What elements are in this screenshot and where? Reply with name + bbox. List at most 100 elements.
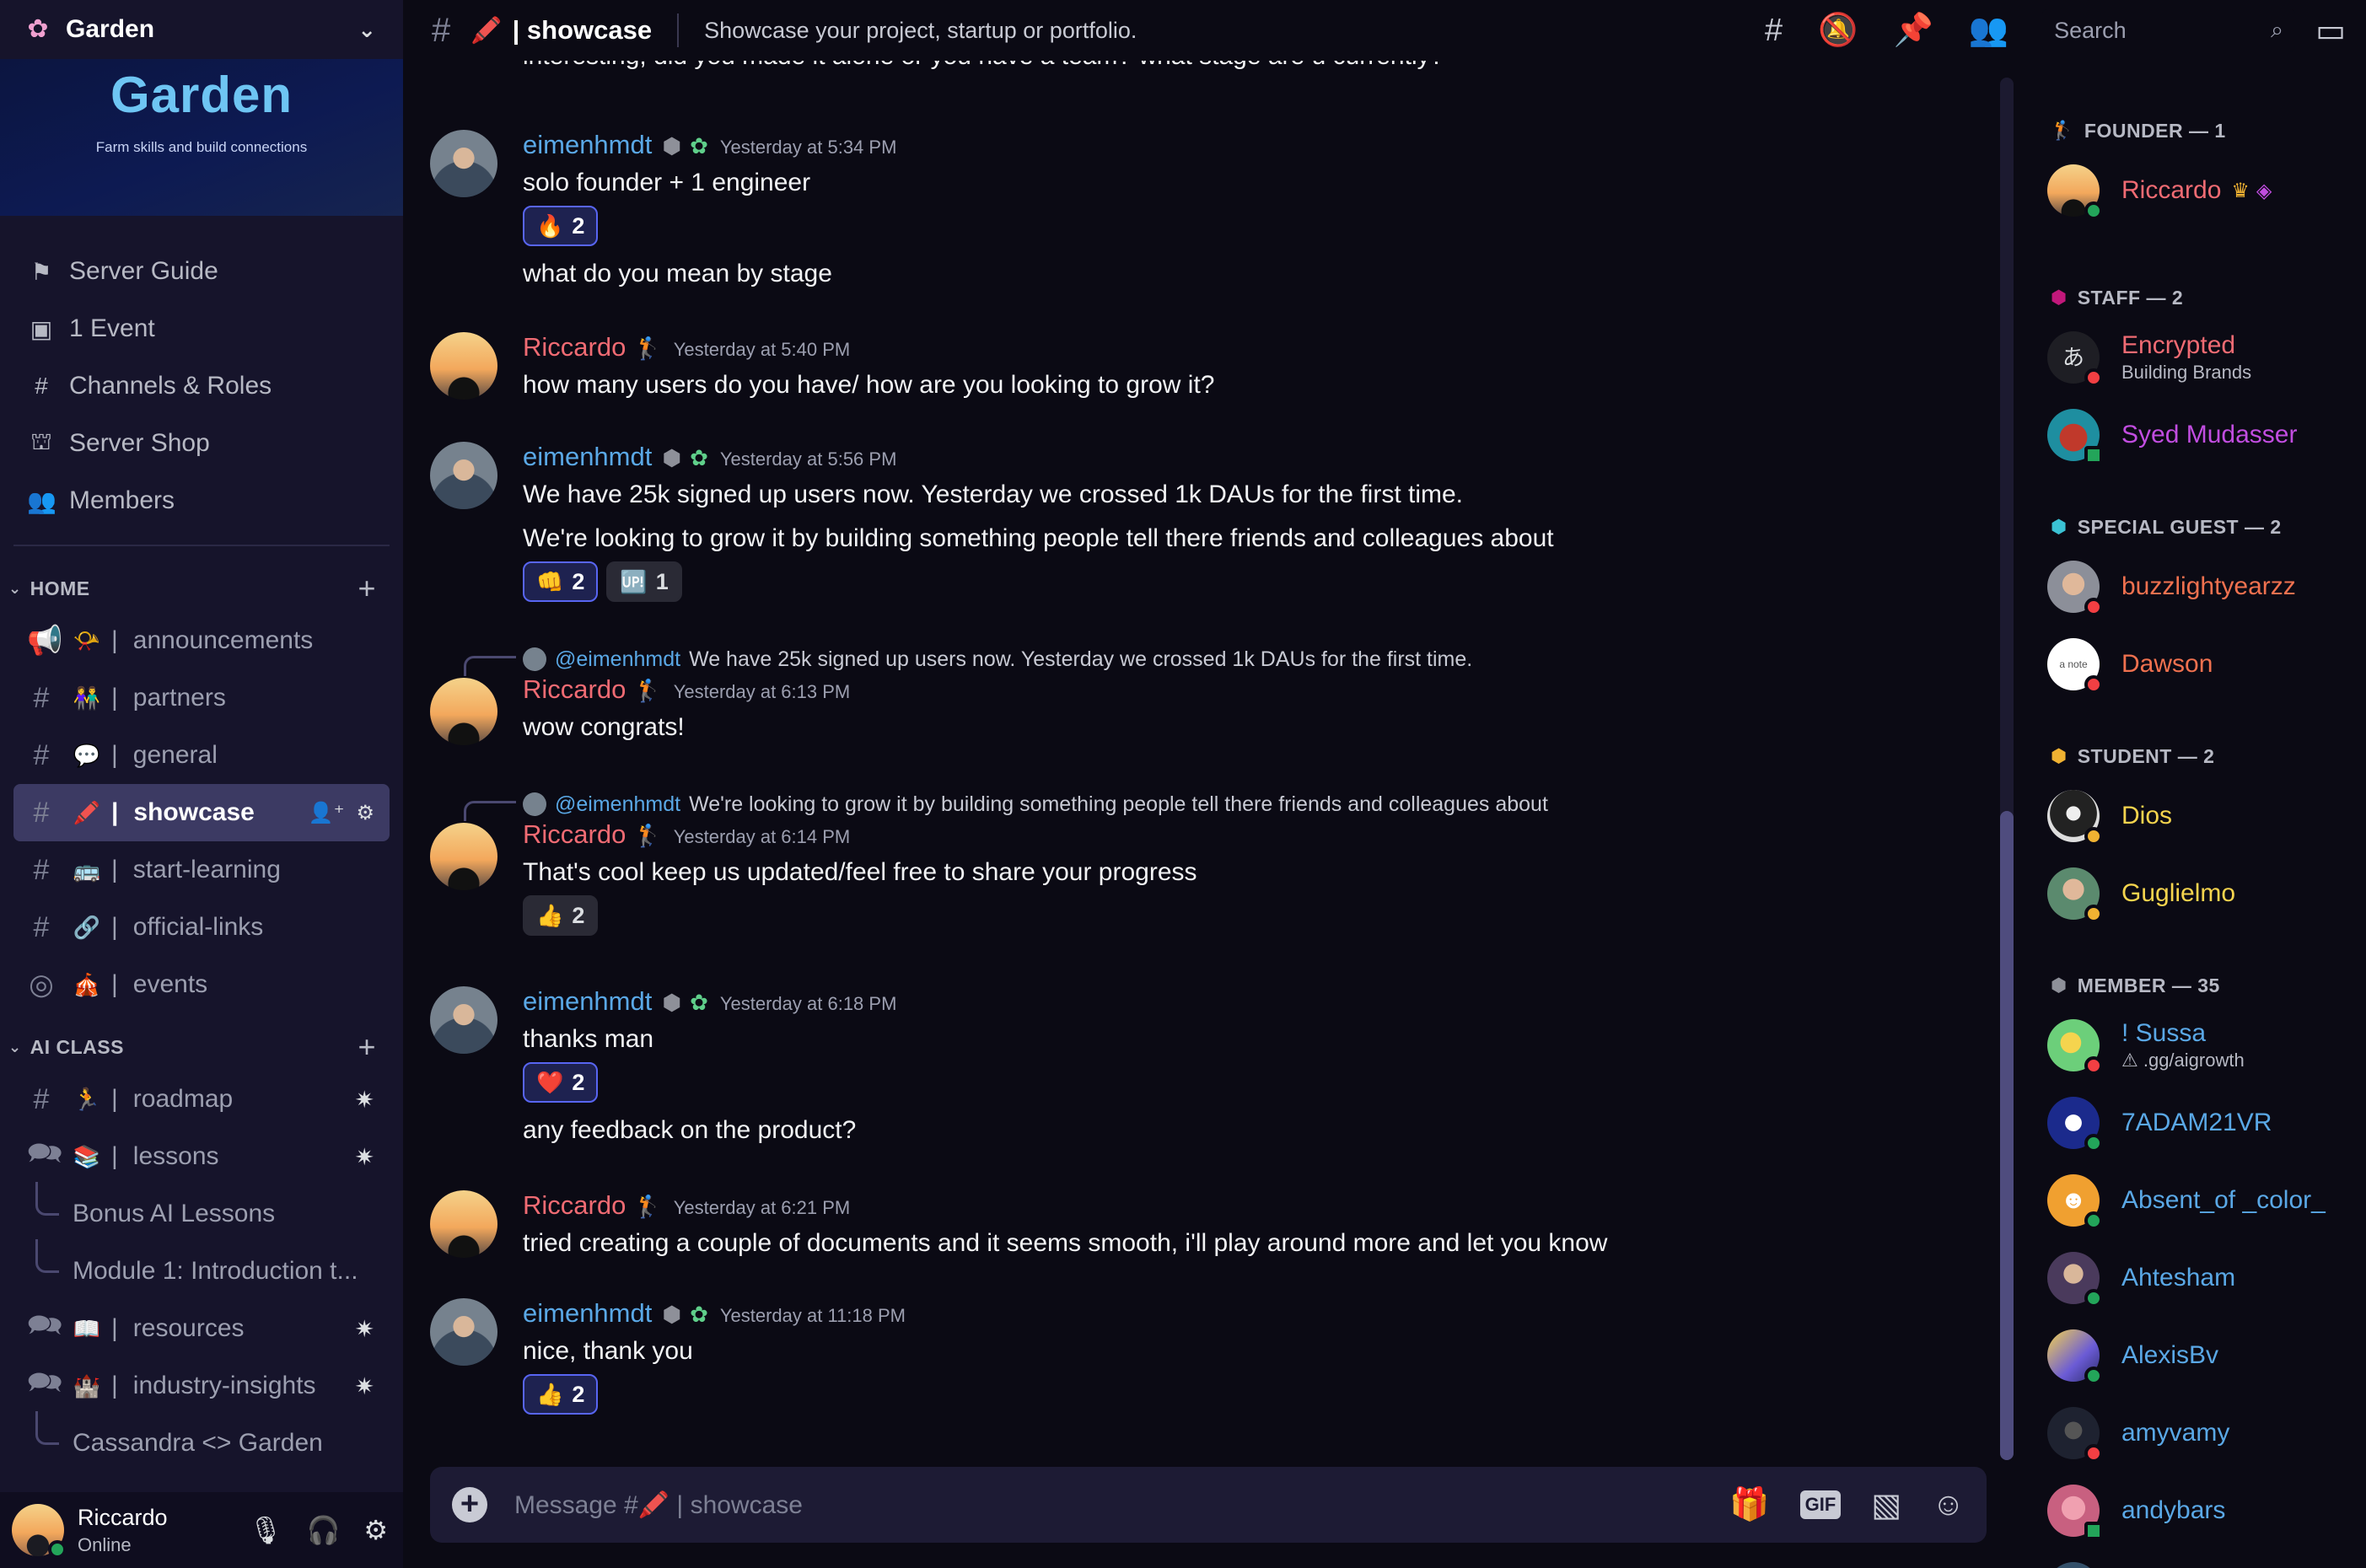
message-author[interactable]: Riccardo bbox=[523, 332, 626, 362]
avatar[interactable] bbox=[430, 678, 497, 745]
member-item[interactable]: あ Encrypted Building Brands bbox=[2020, 319, 2366, 396]
reply-preview[interactable]: @eimenhmdt We have 25k signed up users n… bbox=[523, 644, 1963, 674]
reaction-fist[interactable]: 👊 2 bbox=[523, 561, 599, 602]
channel-events[interactable]: ◎ 🎪 | events bbox=[13, 956, 390, 1013]
channel-announcements[interactable]: 📢 📯 | announcements bbox=[13, 612, 390, 669]
nav-event[interactable]: ▣ 1 Event bbox=[0, 300, 403, 357]
search-input[interactable]: Search ⌕ bbox=[2042, 9, 2296, 51]
scrollbar-thumb[interactable] bbox=[2000, 811, 2014, 1460]
thread-bonus-ai-lessons[interactable]: Bonus AI Lessons bbox=[35, 1182, 403, 1243]
member-item[interactable]: ☻ Absent_of _color_ bbox=[2020, 1162, 2366, 1239]
channel-roadmap[interactable]: # 🏃 | roadmap ✷ bbox=[13, 1071, 390, 1128]
member-item[interactable]: Ahtesham bbox=[2020, 1239, 2366, 1317]
member-item[interactable]: AlexisBv bbox=[2020, 1317, 2366, 1394]
channel-start-learning[interactable]: # 🚌 | start-learning bbox=[13, 841, 390, 899]
headphones-icon[interactable]: 🎧 bbox=[306, 1514, 340, 1546]
avatar[interactable] bbox=[430, 1298, 497, 1366]
channel-name: roadmap bbox=[132, 1085, 234, 1113]
nav-members[interactable]: 👥 Members bbox=[0, 472, 403, 529]
inbox-icon[interactable]: ▭ bbox=[2315, 12, 2346, 50]
reaction-thumbs-up[interactable]: 👍 2 bbox=[523, 1374, 599, 1415]
reaction-heart[interactable]: ❤️ 2 bbox=[523, 1062, 599, 1103]
channel-showcase[interactable]: # 🖍️ | showcase 👤⁺ ⚙ bbox=[13, 784, 390, 841]
reply-preview[interactable]: @eimenhmdt We're looking to grow it by b… bbox=[523, 789, 1963, 819]
channel-lessons[interactable]: 🗪 📚 | lessons ✷ bbox=[13, 1128, 390, 1185]
avatar[interactable] bbox=[430, 442, 497, 509]
chat-scrollbar[interactable] bbox=[2000, 78, 2014, 1460]
avatar bbox=[2047, 1097, 2103, 1152]
forum-icon: 🗪 bbox=[27, 1136, 63, 1169]
nav-server-guide[interactable]: ⚑ Server Guide bbox=[0, 243, 403, 300]
member-item[interactable]: Dios bbox=[2020, 777, 2366, 855]
message-author[interactable]: eimenhmdt bbox=[523, 1298, 652, 1329]
member-item[interactable]: buzzlightyearzz bbox=[2020, 548, 2366, 626]
message-author[interactable]: eimenhmdt bbox=[523, 130, 652, 160]
sticker-icon[interactable]: ▧ bbox=[1871, 1486, 1901, 1524]
avatar[interactable] bbox=[12, 1504, 67, 1559]
category-label: AI CLASS bbox=[30, 1035, 124, 1058]
server-icon: ✿ bbox=[27, 15, 49, 43]
reaction-up[interactable]: 🆙 1 bbox=[606, 561, 682, 602]
message-author[interactable]: Riccardo bbox=[523, 674, 626, 705]
message-author[interactable]: Riccardo bbox=[523, 1190, 626, 1221]
gear-icon[interactable]: ⚙ bbox=[363, 1514, 388, 1546]
channel-industry-insights[interactable]: 🗪 🏰 | industry-insights ✷ bbox=[13, 1357, 390, 1415]
gif-button[interactable]: GIF bbox=[1799, 1490, 1842, 1519]
member-item[interactable]: amyvamy bbox=[2020, 1394, 2366, 1472]
thread-cassandra-garden[interactable]: Cassandra <> Garden bbox=[35, 1411, 403, 1472]
message-author[interactable]: eimenhmdt bbox=[523, 986, 652, 1017]
channel-partners[interactable]: # 👫 | partners bbox=[13, 669, 390, 727]
invite-icon[interactable]: 👤⁺ bbox=[309, 801, 345, 825]
reaction-thumbs-up[interactable]: 👍 2 bbox=[523, 895, 599, 936]
category-ai-class[interactable]: ⌄ AI CLASS + bbox=[0, 1023, 403, 1071]
category-home[interactable]: ⌄ HOME + bbox=[0, 565, 403, 612]
status-online-indicator bbox=[48, 1540, 67, 1559]
gear-icon[interactable]: ⚙ bbox=[356, 801, 374, 825]
message-author[interactable]: Riccardo bbox=[523, 819, 626, 850]
message-author[interactable]: eimenhmdt bbox=[523, 442, 652, 472]
member-item[interactable]: 7ADAM21VR bbox=[2020, 1084, 2366, 1162]
nav-channels-roles[interactable]: # Channels & Roles bbox=[0, 357, 403, 415]
threads-icon[interactable]: # bbox=[1765, 13, 1783, 49]
emoji-icon[interactable]: ☺ bbox=[1932, 1487, 1965, 1523]
add-channel-icon[interactable]: + bbox=[358, 1029, 376, 1065]
add-channel-icon[interactable]: + bbox=[358, 571, 376, 606]
reaction-fire[interactable]: 🔥 2 bbox=[523, 206, 599, 246]
member-item[interactable]: Guglielmo bbox=[2020, 855, 2366, 932]
member-item[interactable]: ! Sussa ⚠ .gg/aigrowth bbox=[2020, 1007, 2366, 1084]
chevron-down-icon[interactable]: ⌄ bbox=[358, 17, 376, 43]
avatar[interactable] bbox=[430, 986, 497, 1054]
status-idle-indicator bbox=[2084, 905, 2103, 923]
member-item[interactable]: andybars bbox=[2020, 1472, 2366, 1549]
microphone-icon[interactable]: 🎙 bbox=[249, 1514, 283, 1546]
channel-resources[interactable]: 🗪 📖 | resources ✷ bbox=[13, 1300, 390, 1357]
avatar[interactable] bbox=[430, 823, 497, 890]
channel-official-links[interactable]: # 🔗 | official-links bbox=[13, 899, 390, 956]
member-item[interactable]: bluetheraptor6346 bbox=[2020, 1549, 2366, 1568]
user-info[interactable]: Riccardo Online bbox=[78, 1505, 225, 1556]
thread-module-1[interactable]: Module 1: Introduction t... bbox=[35, 1239, 403, 1300]
server-header[interactable]: ✿ Garden ⌄ bbox=[0, 0, 403, 59]
member-item[interactable]: Riccardo ♛ ◈ bbox=[2020, 152, 2366, 229]
message-text: thanks man bbox=[523, 1025, 654, 1053]
member-item[interactable]: Syed Mudasser bbox=[2020, 396, 2366, 474]
server-nav: ⚑ Server Guide ▣ 1 Event # Channels & Ro… bbox=[0, 216, 403, 529]
pin-icon[interactable]: 📌 bbox=[1893, 12, 1933, 49]
channel-emoji: 🔗 bbox=[73, 914, 101, 940]
nav-server-shop[interactable]: ⛫ Server Shop bbox=[0, 415, 403, 472]
avatar[interactable] bbox=[430, 332, 497, 400]
avatar[interactable] bbox=[430, 130, 497, 197]
channel-header: # 🖍️ | showcase Showcase your project, s… bbox=[403, 0, 2366, 61]
avatar[interactable] bbox=[430, 1190, 497, 1258]
add-attachment-icon[interactable]: + bbox=[452, 1487, 487, 1522]
message-composer[interactable]: + Message #🖍️ | showcase 🎁 GIF ▧ ☺ bbox=[430, 1467, 1987, 1543]
member-list-icon[interactable]: 👥 bbox=[1969, 12, 2008, 49]
thread-connector bbox=[35, 1182, 59, 1216]
message-input[interactable]: Message #🖍️ | showcase bbox=[514, 1490, 1699, 1520]
mute-bell-icon[interactable]: 🔕 bbox=[1818, 12, 1858, 49]
gift-icon[interactable]: 🎁 bbox=[1729, 1486, 1769, 1523]
role-badge-icon: ⬢ bbox=[2051, 287, 2068, 308]
channel-general[interactable]: # 💬 | general bbox=[13, 727, 390, 784]
member-item[interactable]: a note Dawson bbox=[2020, 626, 2366, 703]
